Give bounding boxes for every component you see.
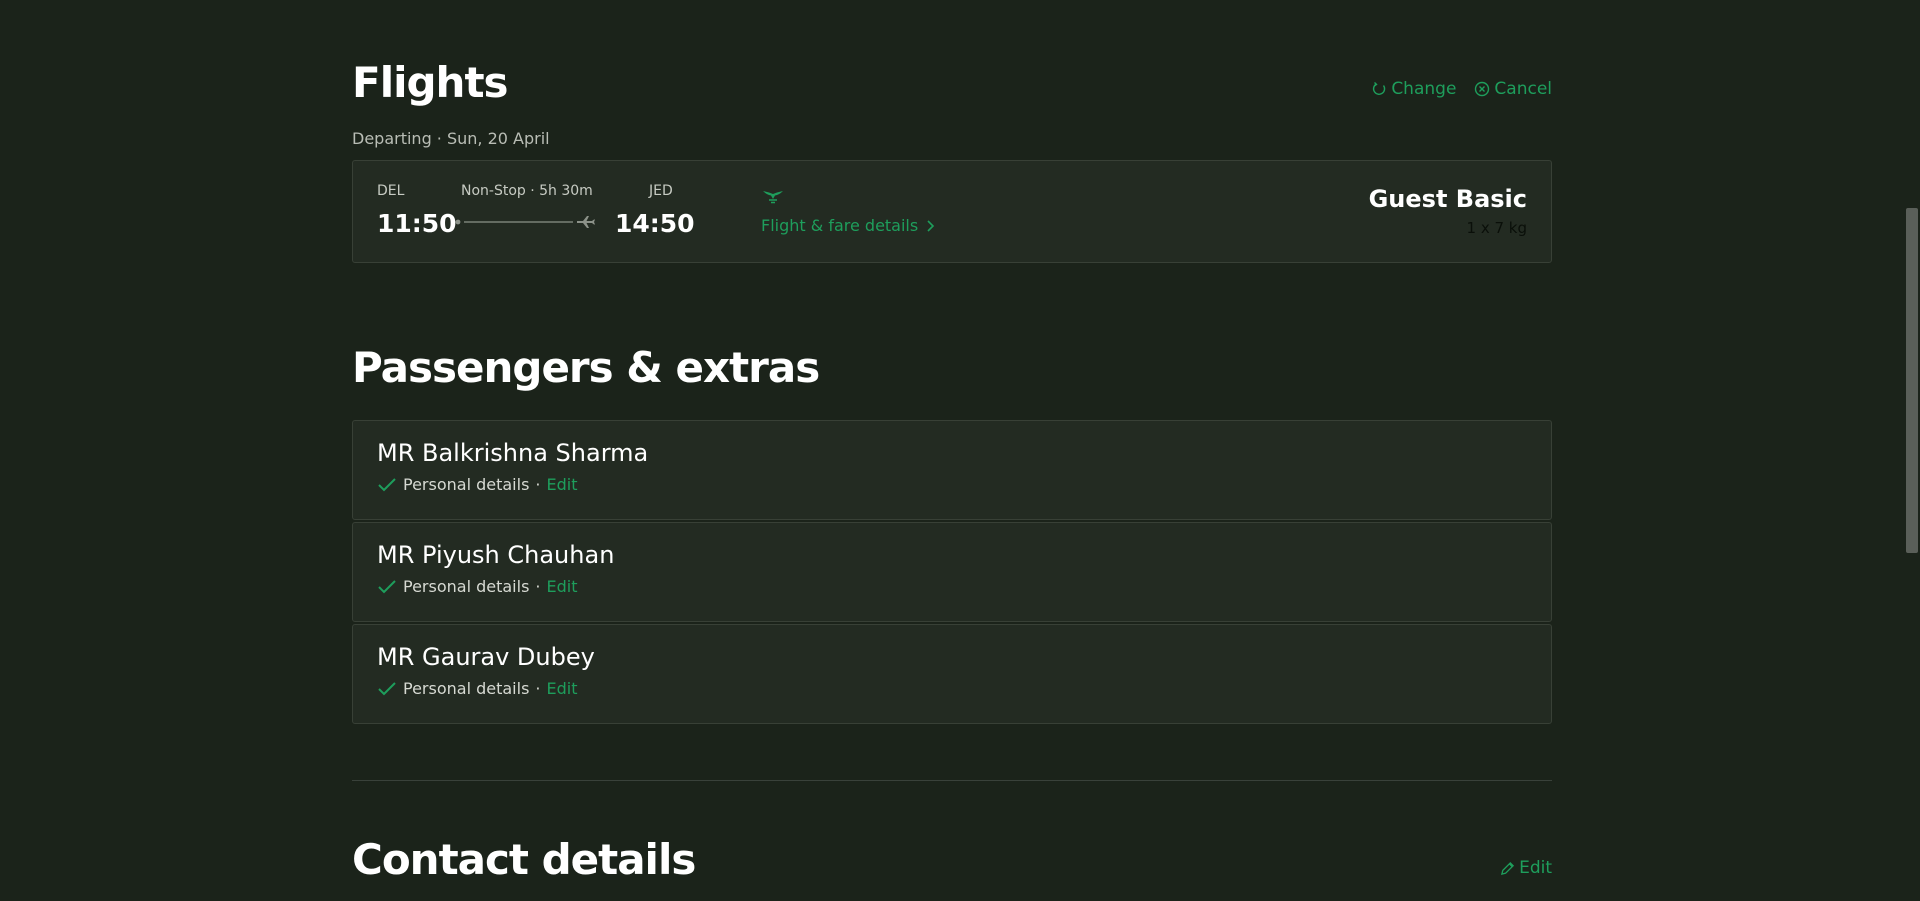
departing-date: Departing · Sun, 20 April <box>352 129 550 148</box>
personal-details-label: Personal details <box>403 577 530 596</box>
passengers-title: Passengers & extras <box>352 343 820 392</box>
passenger-list: MR Balkrishna Sharma Personal details · … <box>352 420 1552 726</box>
flights-title: Flights <box>352 58 509 107</box>
fare-name: Guest Basic <box>1368 185 1527 213</box>
airline-logo-icon <box>763 191 783 204</box>
passenger-name: MR Balkrishna Sharma <box>377 439 649 467</box>
edit-contact-label: Edit <box>1519 858 1552 878</box>
separator: · <box>535 475 541 494</box>
cancel-flight-button[interactable]: Cancel <box>1474 79 1552 99</box>
passenger-status: Personal details · Edit <box>377 577 1527 596</box>
scrollbar-thumb[interactable] <box>1906 208 1918 553</box>
flight-actions: Change Cancel <box>1371 79 1552 99</box>
origin-time: 11:50 <box>377 209 457 238</box>
check-icon <box>378 681 396 695</box>
plane-icon <box>577 216 595 228</box>
passenger-card: MR Piyush Chauhan Personal details · Edi… <box>352 522 1552 622</box>
chevron-right-icon <box>927 219 935 232</box>
stops-duration: Non-Stop · 5h 30m <box>461 183 593 199</box>
contact-title: Contact details <box>352 835 696 884</box>
contact-header: Contact details Edit <box>352 835 1552 884</box>
origin-code: DEL <box>377 183 405 199</box>
flight-fare-details-link[interactable]: Flight & fare details <box>761 216 936 235</box>
baggage-allowance: 1 x 7 kg <box>1466 219 1527 237</box>
change-flight-button[interactable]: Change <box>1371 79 1456 99</box>
cancel-label: Cancel <box>1494 79 1552 99</box>
separator: · <box>535 577 541 596</box>
passenger-status: Personal details · Edit <box>377 679 1527 698</box>
destination-code: JED <box>649 183 673 199</box>
passenger-name: MR Gaurav Dubey <box>377 643 595 671</box>
section-divider <box>352 780 1552 781</box>
route-line <box>455 216 595 228</box>
passenger-card: MR Gaurav Dubey Personal details · Edit <box>352 624 1552 724</box>
booking-summary: Flights Change Cancel Departing · Sun, 2… <box>352 0 1552 884</box>
check-icon <box>378 579 396 593</box>
check-icon <box>378 477 396 491</box>
flights-header: Flights Change Cancel <box>352 58 1552 107</box>
edit-contact-button[interactable]: Edit <box>1500 858 1552 878</box>
fare-details-label: Flight & fare details <box>761 216 919 235</box>
separator: · <box>535 679 541 698</box>
change-label: Change <box>1391 79 1457 99</box>
pencil-icon <box>1501 861 1515 875</box>
edit-passenger-link[interactable]: Edit <box>547 475 578 494</box>
flight-card: DEL 11:50 Non-Stop · 5h 30m JED 14:50 Fl… <box>352 160 1552 263</box>
page: Flights Change Cancel Departing · Sun, 2… <box>0 0 1920 901</box>
edit-passenger-link[interactable]: Edit <box>547 577 578 596</box>
personal-details-label: Personal details <box>403 679 530 698</box>
destination-time: 14:50 <box>615 209 695 238</box>
passenger-card: MR Balkrishna Sharma Personal details · … <box>352 420 1552 520</box>
refresh-icon <box>1373 81 1386 95</box>
edit-passenger-link[interactable]: Edit <box>547 679 578 698</box>
personal-details-label: Personal details <box>403 475 530 494</box>
page-scrollbar[interactable] <box>1903 0 1920 901</box>
passenger-status: Personal details · Edit <box>377 475 1527 494</box>
cancel-circle-icon <box>1475 81 1490 97</box>
passenger-name: MR Piyush Chauhan <box>377 541 615 569</box>
